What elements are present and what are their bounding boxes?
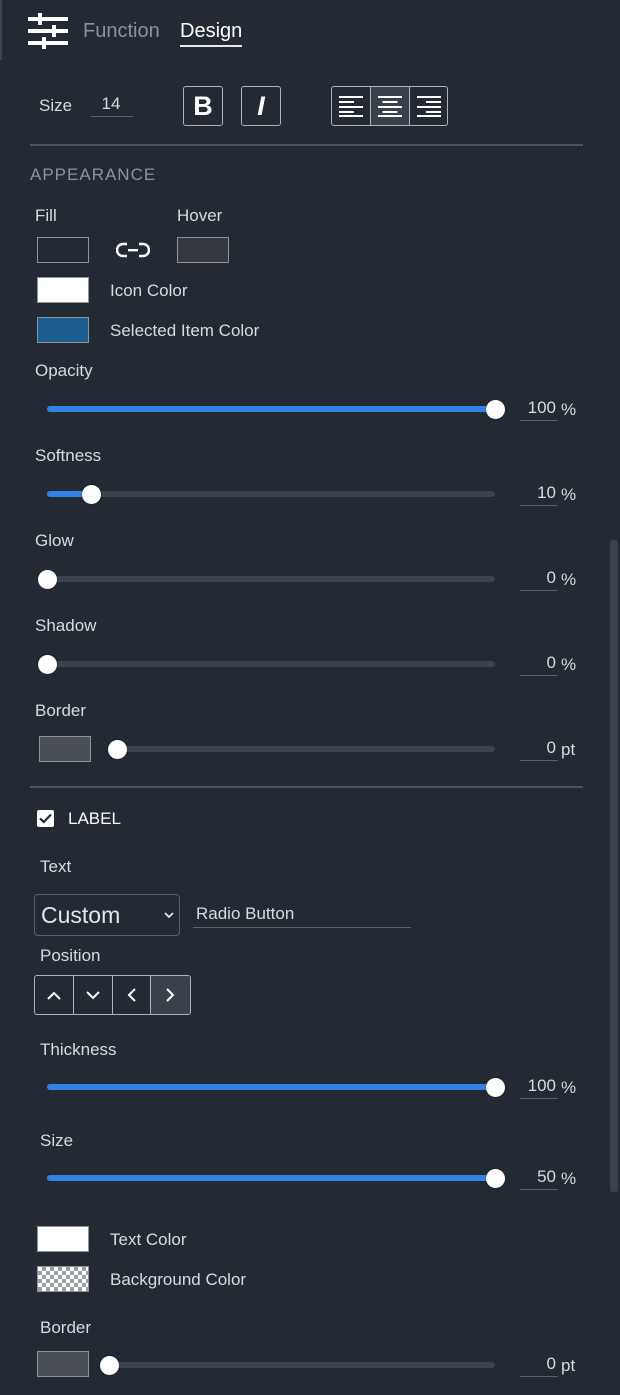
thickness-slider-handle[interactable] xyxy=(485,1077,505,1097)
glow-unit: % xyxy=(561,570,577,589)
font-size-input[interactable]: 14 xyxy=(91,93,133,117)
softness-slider[interactable] xyxy=(47,484,495,504)
opacity-unit: % xyxy=(561,400,577,419)
shadow-unit: % xyxy=(561,655,577,674)
panel-left-edge xyxy=(0,0,2,60)
border-slider-handle[interactable] xyxy=(107,739,127,759)
fill-color-swatch[interactable] xyxy=(37,237,89,263)
text-mode-value: Custom xyxy=(41,901,121,928)
label-size-unit: % xyxy=(561,1169,577,1188)
border-slider[interactable] xyxy=(107,739,495,759)
softness-unit: % xyxy=(561,485,577,504)
opacity-slider[interactable] xyxy=(47,399,505,419)
text-mode-select[interactable]: Custom xyxy=(34,894,180,936)
selected-item-color-label: Selected Item Color xyxy=(110,321,260,340)
glow-slider[interactable] xyxy=(37,569,495,589)
chevron-up-icon xyxy=(47,991,61,1000)
label-size-slider-handle[interactable] xyxy=(485,1168,505,1188)
position-left-button[interactable] xyxy=(113,976,152,1014)
label-border-slider[interactable] xyxy=(99,1355,495,1375)
text-align-group xyxy=(331,86,448,126)
italic-button[interactable]: I xyxy=(241,86,281,126)
label-section-title: LABEL xyxy=(68,809,121,828)
thickness-slider[interactable] xyxy=(47,1077,505,1097)
opacity-slider-handle[interactable] xyxy=(485,399,505,419)
align-center-button[interactable] xyxy=(371,87,410,125)
glow-label: Glow xyxy=(35,531,74,550)
border-value-input[interactable]: 0 xyxy=(520,737,558,761)
label-border-value-input[interactable]: 0 xyxy=(520,1353,558,1377)
selected-item-color-swatch[interactable] xyxy=(37,317,89,343)
text-color-label: Text Color xyxy=(110,1230,187,1249)
softness-value-input[interactable]: 10 xyxy=(520,482,558,506)
tab-function[interactable]: Function xyxy=(83,19,160,43)
fill-label: Fill xyxy=(35,206,57,225)
label-size-value-input[interactable]: 50 xyxy=(520,1166,558,1190)
border-label: Border xyxy=(35,701,87,720)
softness-label: Softness xyxy=(35,446,102,465)
chevron-right-icon xyxy=(166,988,175,1002)
label-text-input[interactable]: Radio Button xyxy=(193,901,411,928)
label-size-slider[interactable] xyxy=(47,1168,505,1188)
sliders-icon xyxy=(28,13,68,49)
italic-label: I xyxy=(257,90,265,121)
label-border-unit: pt xyxy=(561,1356,576,1375)
opacity-value-input[interactable]: 100 xyxy=(520,397,558,421)
chevron-down-icon xyxy=(85,990,100,999)
background-color-label: Background Color xyxy=(110,1270,247,1289)
align-center-icon xyxy=(378,96,402,117)
border-color-swatch[interactable] xyxy=(39,736,91,762)
icon-color-swatch[interactable] xyxy=(37,277,89,303)
thickness-label: Thickness xyxy=(40,1040,117,1059)
label-border-label: Border xyxy=(40,1318,92,1337)
label-border-slider-handle[interactable] xyxy=(99,1355,119,1375)
label-size-label: Size xyxy=(40,1131,74,1150)
background-color-swatch[interactable] xyxy=(37,1266,89,1292)
checkmark-icon xyxy=(39,813,52,824)
border-unit: pt xyxy=(561,740,576,759)
scrollbar[interactable] xyxy=(610,540,618,1192)
shadow-value-input[interactable]: 0 xyxy=(520,652,558,676)
tab-design[interactable]: Design xyxy=(180,19,242,43)
label-border-color-swatch[interactable] xyxy=(37,1351,89,1377)
bold-button[interactable]: B xyxy=(183,86,223,126)
align-left-icon xyxy=(339,96,363,117)
position-top-button[interactable] xyxy=(35,976,74,1014)
align-right-icon xyxy=(416,96,441,117)
font-size-label: Size xyxy=(39,96,73,115)
position-group xyxy=(34,975,191,1015)
opacity-slider-fill xyxy=(47,406,495,412)
align-right-button[interactable] xyxy=(410,87,447,125)
shadow-label: Shadow xyxy=(35,616,97,635)
label-checkbox[interactable] xyxy=(37,810,54,827)
softness-slider-handle[interactable] xyxy=(82,484,102,504)
glow-slider-handle[interactable] xyxy=(37,569,57,589)
shadow-slider-handle[interactable] xyxy=(37,654,57,674)
opacity-label: Opacity xyxy=(35,361,93,380)
divider xyxy=(30,786,583,788)
position-right-button[interactable] xyxy=(151,976,190,1014)
chevron-left-icon xyxy=(127,988,136,1002)
divider xyxy=(30,144,583,146)
text-label: Text xyxy=(40,857,72,876)
icon-color-label: Icon Color xyxy=(110,281,188,300)
tab-design-underline xyxy=(180,45,242,47)
chevron-down-icon xyxy=(164,912,174,919)
link-icon[interactable] xyxy=(115,240,151,260)
label-size-slider-fill xyxy=(47,1175,495,1181)
glow-value-input[interactable]: 0 xyxy=(520,567,558,591)
thickness-slider-fill xyxy=(47,1084,495,1090)
bold-label: B xyxy=(193,90,213,121)
shadow-slider[interactable] xyxy=(37,654,495,674)
hover-color-swatch[interactable] xyxy=(177,237,229,263)
position-label: Position xyxy=(40,946,101,965)
text-color-swatch[interactable] xyxy=(37,1226,89,1252)
thickness-unit: % xyxy=(561,1078,577,1097)
position-bottom-button[interactable] xyxy=(74,976,113,1014)
align-left-button[interactable] xyxy=(332,87,371,125)
thickness-value-input[interactable]: 100 xyxy=(520,1075,558,1099)
hover-label: Hover xyxy=(177,206,223,225)
appearance-section-title: APPEARANCE xyxy=(30,165,157,184)
